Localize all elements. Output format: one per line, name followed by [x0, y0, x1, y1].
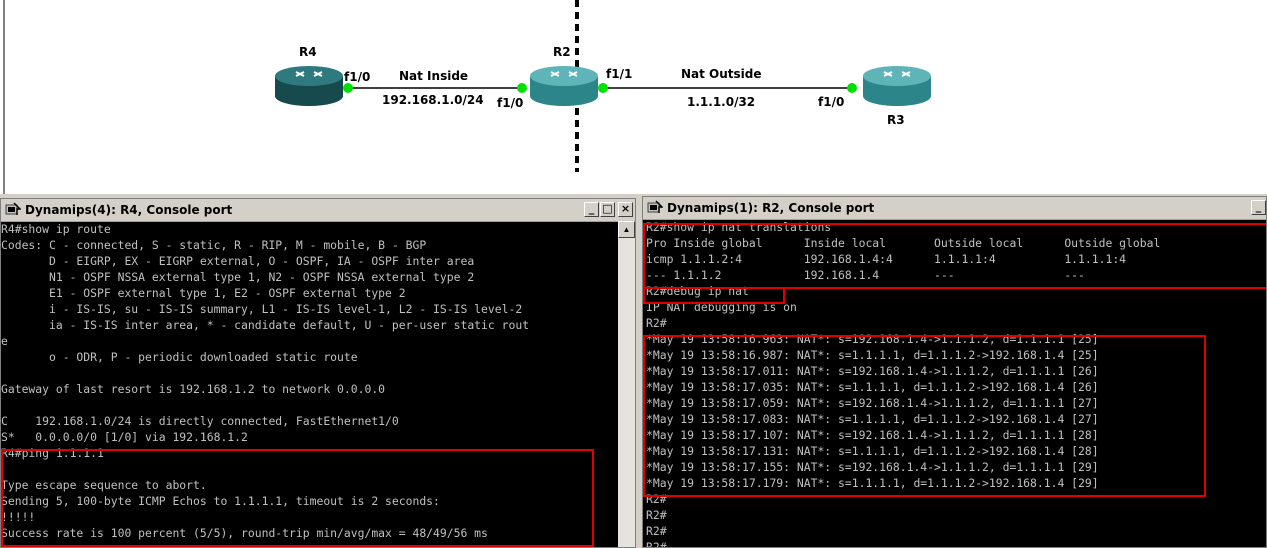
console-line: *May 19 13:58:17.179: NAT*: s=1.1.1.1, d… — [646, 476, 1099, 490]
router-r4-icon[interactable] — [275, 66, 343, 106]
console-line: *May 19 13:58:17.035: NAT*: s=1.1.1.1, d… — [646, 380, 1099, 394]
console-line: *May 19 13:58:17.107: NAT*: s=192.168.1.… — [646, 428, 1099, 442]
console-line: R4#show ip route — [1, 222, 111, 236]
console-line: i - IS-IS, su - IS-IS summary, L1 - IS-I… — [1, 302, 523, 316]
console-line: e — [1, 334, 8, 348]
r3-interface-label: f1/0 — [818, 95, 845, 109]
console-line: S* 0.0.0.0/0 [1/0] via 192.168.1.2 — [1, 430, 248, 444]
window-titlebar[interactable]: Dynamips(4): R4, Console port _ □ × — [1, 199, 635, 222]
router-r3-icon[interactable] — [863, 66, 931, 106]
console-line: C 192.168.1.0/24 is directly connected, … — [1, 414, 399, 428]
console-line: *May 19 13:58:17.083: NAT*: s=1.1.1.1, d… — [646, 412, 1099, 426]
console-line: *May 19 13:58:16.963: NAT*: s=192.168.1.… — [646, 332, 1099, 346]
window-title: Dynamips(4): R4, Console port — [25, 203, 233, 217]
console-line: R2# — [646, 540, 667, 548]
scroll-up-arrow-icon[interactable]: ▲ — [618, 221, 635, 238]
console-line: Success rate is 100 percent (5/5), round… — [1, 526, 488, 540]
link-status-dot — [517, 83, 527, 93]
console-line: Pro Inside global Inside local Outside l… — [646, 236, 1161, 250]
console-line: IP NAT debugging is on — [646, 300, 797, 314]
console-line: ia - IS-IS inter area, * - candidate def… — [1, 318, 530, 332]
outside-network-label: 1.1.1.0/32 — [687, 95, 756, 109]
r4-interface-label: f1/0 — [344, 70, 371, 84]
topology-canvas: R4 R2 R3 f1/0 Nat Inside 192.168.1.0/24 … — [0, 0, 1267, 194]
nat-inside-label: Nat Inside — [399, 69, 469, 83]
console-line: --- 1.1.1.2 192.168.1.4 --- --- — [646, 268, 1085, 282]
console-line: N1 - OSPF NSSA external type 1, N2 - OSP… — [1, 270, 475, 284]
inside-network-label: 192.168.1.0/24 — [382, 93, 484, 107]
console-line: Gateway of last resort is 192.168.1.2 to… — [1, 382, 386, 396]
window-titlebar[interactable]: Dynamips(1): R2, Console port _ — [643, 197, 1266, 220]
console-line: E1 - OSPF external type 1, E2 - OSPF ext… — [1, 286, 406, 300]
console-line: R2# — [646, 524, 667, 538]
console-line: !!!!! — [1, 510, 36, 524]
console-line: *May 19 13:58:17.131: NAT*: s=1.1.1.1, d… — [646, 444, 1099, 458]
router-r3-label: R3 — [887, 113, 905, 127]
putty-icon — [5, 202, 21, 215]
nat-outside-label: Nat Outside — [681, 67, 762, 81]
console-line: *May 19 13:58:17.155: NAT*: s=192.168.1.… — [646, 460, 1099, 474]
minimize-button[interactable]: _ — [1251, 200, 1266, 215]
maximize-button[interactable]: □ — [600, 202, 615, 217]
console-line: Sending 5, 100-byte ICMP Echos to 1.1.1.… — [1, 494, 440, 508]
console-line: *May 19 13:58:17.059: NAT*: s=192.168.1.… — [646, 396, 1099, 410]
putty-icon — [647, 200, 663, 213]
close-button[interactable]: × — [618, 202, 633, 217]
router-r2-icon[interactable] — [530, 66, 598, 106]
console-line: D - EIGRP, EX - EIGRP external, O - OSPF… — [1, 254, 475, 268]
console-line: R2#show ip nat translations — [646, 220, 832, 234]
console-window-r2[interactable]: Dynamips(1): R2, Console port _ R2#show … — [642, 196, 1267, 548]
link-status-dot — [847, 83, 857, 93]
console-line: *May 19 13:58:16.987: NAT*: s=1.1.1.1, d… — [646, 348, 1099, 362]
console-line: Type escape sequence to abort. — [1, 478, 207, 492]
r2-right-interface-label: f1/1 — [606, 67, 633, 81]
console-line: o - ODR, P - periodic downloaded static … — [1, 350, 358, 364]
router-r2-label: R2 — [553, 45, 571, 59]
console-line: R2# — [646, 508, 667, 522]
console-line: R2# — [646, 316, 667, 330]
link-status-dot — [343, 83, 353, 93]
console-window-r4[interactable]: Dynamips(4): R4, Console port _ □ × R4#s… — [0, 198, 636, 548]
minimize-button[interactable]: _ — [584, 202, 599, 217]
router-r4-label: R4 — [299, 45, 317, 59]
console-output[interactable]: R4#show ip route Codes: C - connected, S … — [1, 221, 529, 541]
r2-left-interface-label: f1/0 — [497, 96, 524, 110]
console-line: R2# — [646, 492, 667, 506]
console-output[interactable]: R2#show ip nat translations Pro Inside gl… — [646, 219, 1161, 548]
topology-diagram — [3, 0, 931, 194]
window-title: Dynamips(1): R2, Console port — [667, 201, 875, 215]
scrollbar[interactable]: ▲ — [618, 221, 635, 547]
console-line: Codes: C - connected, S - static, R - RI… — [1, 238, 427, 252]
console-line: *May 19 13:58:17.011: NAT*: s=192.168.1.… — [646, 364, 1099, 378]
console-line: R4#ping 1.1.1.1 — [1, 446, 104, 460]
console-line: R2#debug ip nat — [646, 284, 749, 298]
link-status-dot — [598, 83, 608, 93]
console-line: icmp 1.1.1.2:4 192.168.1.4:4 1.1.1.1:4 1… — [646, 252, 1127, 266]
